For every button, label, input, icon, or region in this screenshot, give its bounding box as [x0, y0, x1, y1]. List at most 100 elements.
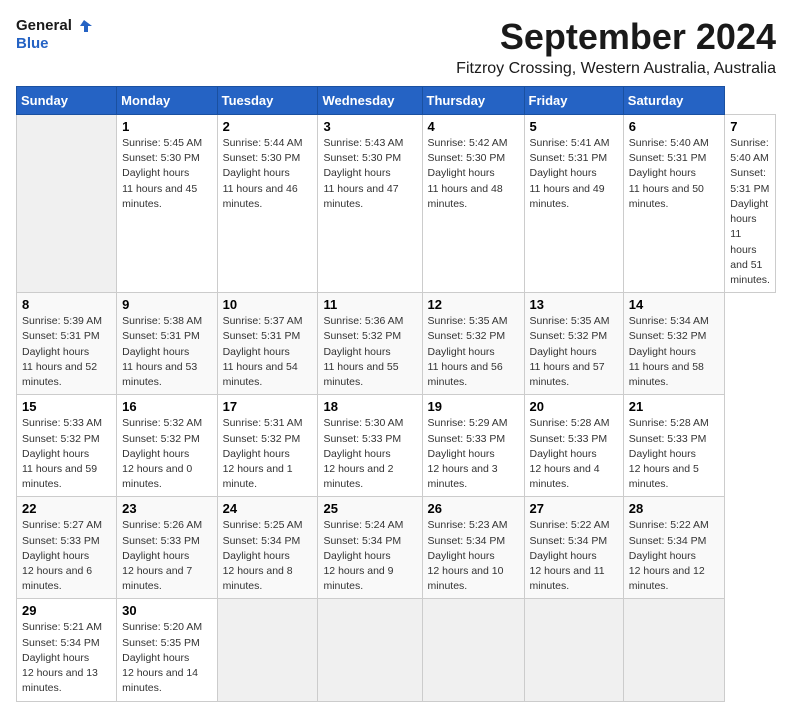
day-number: 20	[530, 399, 618, 414]
calendar-cell: 17 Sunrise: 5:31 AMSunset: 5:32 PMDaylig…	[217, 395, 318, 497]
calendar-cell: 22 Sunrise: 5:27 AMSunset: 5:33 PMDaylig…	[17, 497, 117, 599]
day-number: 9	[122, 297, 211, 312]
calendar-cell	[422, 599, 524, 701]
day-info: Sunrise: 5:37 AMSunset: 5:31 PMDaylight …	[223, 315, 303, 388]
day-number: 22	[22, 501, 111, 516]
calendar-cell: 19 Sunrise: 5:29 AMSunset: 5:33 PMDaylig…	[422, 395, 524, 497]
day-info: Sunrise: 5:40 AMSunset: 5:31 PMDaylight …	[730, 137, 770, 286]
calendar-cell: 15 Sunrise: 5:33 AMSunset: 5:32 PMDaylig…	[17, 395, 117, 497]
day-number: 18	[323, 399, 416, 414]
day-number: 28	[629, 501, 720, 516]
calendar-header-saturday: Saturday	[623, 87, 725, 115]
day-info: Sunrise: 5:35 AMSunset: 5:32 PMDaylight …	[530, 315, 610, 388]
calendar-cell: 7 Sunrise: 5:40 AMSunset: 5:31 PMDayligh…	[725, 115, 776, 293]
calendar-cell: 16 Sunrise: 5:32 AMSunset: 5:32 PMDaylig…	[117, 395, 217, 497]
day-info: Sunrise: 5:43 AMSunset: 5:30 PMDaylight …	[323, 137, 403, 210]
calendar-cell: 26 Sunrise: 5:23 AMSunset: 5:34 PMDaylig…	[422, 497, 524, 599]
calendar-table: SundayMondayTuesdayWednesdayThursdayFrid…	[16, 86, 776, 702]
day-number: 19	[428, 399, 519, 414]
calendar-cell: 5 Sunrise: 5:41 AMSunset: 5:31 PMDayligh…	[524, 115, 623, 293]
calendar-cell: 27 Sunrise: 5:22 AMSunset: 5:34 PMDaylig…	[524, 497, 623, 599]
day-number: 1	[122, 119, 211, 134]
day-number: 30	[122, 603, 211, 618]
day-number: 17	[223, 399, 313, 414]
calendar-cell: 23 Sunrise: 5:26 AMSunset: 5:33 PMDaylig…	[117, 497, 217, 599]
calendar-cell	[524, 599, 623, 701]
day-info: Sunrise: 5:39 AMSunset: 5:31 PMDaylight …	[22, 315, 102, 388]
calendar-cell: 6 Sunrise: 5:40 AMSunset: 5:31 PMDayligh…	[623, 115, 725, 293]
month-title: September 2024	[456, 16, 776, 58]
day-info: Sunrise: 5:33 AMSunset: 5:32 PMDaylight …	[22, 417, 102, 490]
calendar-cell: 20 Sunrise: 5:28 AMSunset: 5:33 PMDaylig…	[524, 395, 623, 497]
day-info: Sunrise: 5:27 AMSunset: 5:33 PMDaylight …	[22, 519, 102, 592]
day-info: Sunrise: 5:20 AMSunset: 5:35 PMDaylight …	[122, 621, 202, 694]
day-number: 27	[530, 501, 618, 516]
day-info: Sunrise: 5:40 AMSunset: 5:31 PMDaylight …	[629, 137, 709, 210]
calendar-header-tuesday: Tuesday	[217, 87, 318, 115]
calendar-cell: 1 Sunrise: 5:45 AMSunset: 5:30 PMDayligh…	[117, 115, 217, 293]
calendar-week-2: 8 Sunrise: 5:39 AMSunset: 5:31 PMDayligh…	[17, 293, 776, 395]
day-info: Sunrise: 5:34 AMSunset: 5:32 PMDaylight …	[629, 315, 709, 388]
calendar-cell: 14 Sunrise: 5:34 AMSunset: 5:32 PMDaylig…	[623, 293, 725, 395]
calendar-cell: 4 Sunrise: 5:42 AMSunset: 5:30 PMDayligh…	[422, 115, 524, 293]
day-number: 3	[323, 119, 416, 134]
day-number: 6	[629, 119, 720, 134]
day-number: 8	[22, 297, 111, 312]
day-info: Sunrise: 5:21 AMSunset: 5:34 PMDaylight …	[22, 621, 102, 694]
day-number: 14	[629, 297, 720, 312]
calendar-cell	[318, 599, 422, 701]
calendar-cell: 12 Sunrise: 5:35 AMSunset: 5:32 PMDaylig…	[422, 293, 524, 395]
calendar-cell	[623, 599, 725, 701]
day-number: 16	[122, 399, 211, 414]
calendar-week-3: 15 Sunrise: 5:33 AMSunset: 5:32 PMDaylig…	[17, 395, 776, 497]
day-number: 2	[223, 119, 313, 134]
calendar-header-thursday: Thursday	[422, 87, 524, 115]
day-number: 13	[530, 297, 618, 312]
day-number: 4	[428, 119, 519, 134]
calendar-week-4: 22 Sunrise: 5:27 AMSunset: 5:33 PMDaylig…	[17, 497, 776, 599]
calendar-cell: 29 Sunrise: 5:21 AMSunset: 5:34 PMDaylig…	[17, 599, 117, 701]
logo: General Blue	[16, 16, 94, 53]
calendar-cell	[17, 115, 117, 293]
calendar-week-5: 29 Sunrise: 5:21 AMSunset: 5:34 PMDaylig…	[17, 599, 776, 701]
day-info: Sunrise: 5:31 AMSunset: 5:32 PMDaylight …	[223, 417, 303, 490]
calendar-cell: 2 Sunrise: 5:44 AMSunset: 5:30 PMDayligh…	[217, 115, 318, 293]
calendar-cell: 10 Sunrise: 5:37 AMSunset: 5:31 PMDaylig…	[217, 293, 318, 395]
day-number: 24	[223, 501, 313, 516]
day-number: 7	[730, 119, 770, 134]
calendar-header-monday: Monday	[117, 87, 217, 115]
day-info: Sunrise: 5:30 AMSunset: 5:33 PMDaylight …	[323, 417, 403, 490]
calendar-cell: 28 Sunrise: 5:22 AMSunset: 5:34 PMDaylig…	[623, 497, 725, 599]
bird-icon	[74, 16, 94, 36]
day-info: Sunrise: 5:42 AMSunset: 5:30 PMDaylight …	[428, 137, 508, 210]
location-title: Fitzroy Crossing, Western Australia, Aus…	[456, 60, 776, 78]
day-info: Sunrise: 5:29 AMSunset: 5:33 PMDaylight …	[428, 417, 508, 490]
page-header: General Blue September 2024 Fitzroy Cros…	[16, 16, 776, 78]
calendar-cell: 8 Sunrise: 5:39 AMSunset: 5:31 PMDayligh…	[17, 293, 117, 395]
calendar-cell: 24 Sunrise: 5:25 AMSunset: 5:34 PMDaylig…	[217, 497, 318, 599]
day-number: 21	[629, 399, 720, 414]
day-info: Sunrise: 5:26 AMSunset: 5:33 PMDaylight …	[122, 519, 202, 592]
day-info: Sunrise: 5:23 AMSunset: 5:34 PMDaylight …	[428, 519, 508, 592]
calendar-cell: 18 Sunrise: 5:30 AMSunset: 5:33 PMDaylig…	[318, 395, 422, 497]
day-number: 29	[22, 603, 111, 618]
day-info: Sunrise: 5:22 AMSunset: 5:34 PMDaylight …	[530, 519, 610, 592]
calendar-cell: 3 Sunrise: 5:43 AMSunset: 5:30 PMDayligh…	[318, 115, 422, 293]
calendar-header-sunday: Sunday	[17, 87, 117, 115]
calendar-cell: 21 Sunrise: 5:28 AMSunset: 5:33 PMDaylig…	[623, 395, 725, 497]
day-number: 11	[323, 297, 416, 312]
calendar-cell: 11 Sunrise: 5:36 AMSunset: 5:32 PMDaylig…	[318, 293, 422, 395]
day-info: Sunrise: 5:32 AMSunset: 5:32 PMDaylight …	[122, 417, 202, 490]
calendar-cell: 25 Sunrise: 5:24 AMSunset: 5:34 PMDaylig…	[318, 497, 422, 599]
day-info: Sunrise: 5:28 AMSunset: 5:33 PMDaylight …	[530, 417, 610, 490]
day-info: Sunrise: 5:41 AMSunset: 5:31 PMDaylight …	[530, 137, 610, 210]
calendar-header-wednesday: Wednesday	[318, 87, 422, 115]
day-info: Sunrise: 5:35 AMSunset: 5:32 PMDaylight …	[428, 315, 508, 388]
day-number: 25	[323, 501, 416, 516]
day-number: 23	[122, 501, 211, 516]
calendar-cell: 30 Sunrise: 5:20 AMSunset: 5:35 PMDaylig…	[117, 599, 217, 701]
day-number: 10	[223, 297, 313, 312]
day-info: Sunrise: 5:24 AMSunset: 5:34 PMDaylight …	[323, 519, 403, 592]
day-info: Sunrise: 5:25 AMSunset: 5:34 PMDaylight …	[223, 519, 303, 592]
calendar-week-1: 1 Sunrise: 5:45 AMSunset: 5:30 PMDayligh…	[17, 115, 776, 293]
